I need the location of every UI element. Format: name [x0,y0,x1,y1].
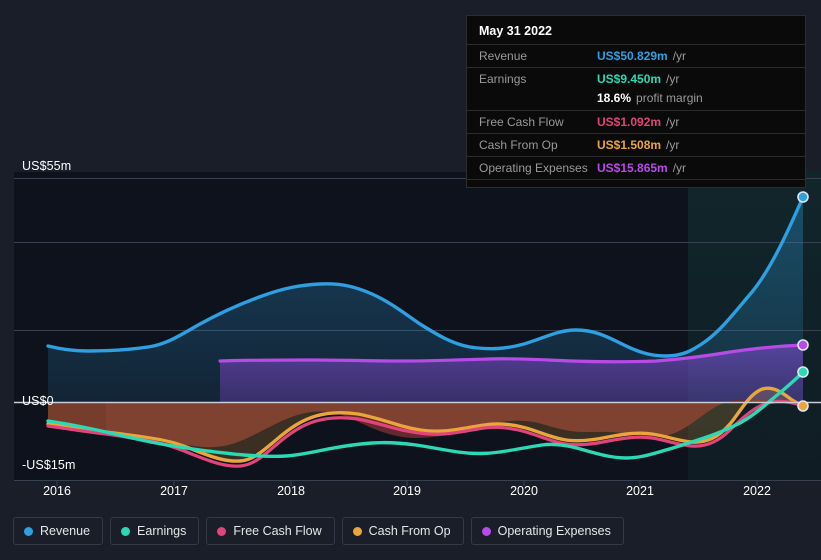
revenue-endpoint-dot [797,191,809,203]
chart-legend: Revenue Earnings Free Cash Flow Cash Fro… [13,517,624,545]
cash-from-op-endpoint-dot [797,400,809,412]
operating-expenses-endpoint-dot [797,339,809,351]
x-axis-label-2022: 2022 [743,484,771,498]
tooltip-value-profit-margin: 18.6% [597,91,632,105]
x-axis-labels: 2016 2017 2018 2019 2020 2021 2022 [0,484,821,506]
x-axis-label-2020: 2020 [510,484,538,498]
legend-item-free-cash-flow[interactable]: Free Cash Flow [206,517,335,545]
tooltip-row-revenue: Revenue US$50.829m /yr [467,44,805,67]
tooltip-label-cash-from-op: Cash From Op [479,138,558,152]
free-cash-flow-dot-icon [217,526,227,536]
tooltip-value-cash-from-op: US$1.508m [597,138,662,152]
tooltip-row-free-cash-flow: Free Cash Flow US$1.092m /yr [467,110,805,133]
tooltip-row-earnings: Earnings US$9.450m /yr [467,67,805,90]
x-axis-label-2021: 2021 [626,484,654,498]
tooltip-label-operating-expenses: Operating Expenses [479,161,588,175]
tooltip-text-profit-margin: profit margin [636,91,703,105]
legend-item-operating-expenses[interactable]: Operating Expenses [470,517,624,545]
tooltip-unit-cash-from-op: /yr [666,138,680,152]
tooltip-unit-revenue: /yr [672,49,687,63]
tooltip-unit-earnings: /yr [666,72,680,86]
tooltip-date: May 31 2022 [479,24,552,38]
x-axis-label-2018: 2018 [277,484,305,498]
tooltip-row-cash-from-op: Cash From Op US$1.508m /yr [467,133,805,156]
tooltip-row-profit-margin: 18.6% profit margin [467,90,805,110]
tooltip-label-revenue: Revenue [479,49,528,63]
revenue-dot-icon [24,526,33,536]
tooltip-value-earnings: US$9.450m [597,72,662,86]
legend-label-revenue: Revenue [40,524,91,538]
legend-item-cash-from-op[interactable]: Cash From Op [341,517,464,545]
tooltip-unit-operating-expenses: /yr [672,161,687,175]
legend-label-earnings: Earnings [137,524,187,538]
y-axis-label-min: -US$15m [22,458,76,472]
earnings-endpoint-dot [797,366,809,378]
cash-from-op-dot-icon [352,526,362,536]
tooltip-value-revenue: US$50.829m [597,49,668,63]
x-axis-label-2017: 2017 [160,484,188,498]
tooltip-value-free-cash-flow: US$1.092m [597,115,662,129]
operating-expenses-dot-icon [481,526,491,536]
y-axis-label-max: US$55m [22,159,72,173]
tooltip-bottom-divider [467,179,805,187]
chart-tooltip: May 31 2022 Revenue US$50.829m /yr Earni… [466,15,806,188]
tooltip-label-earnings: Earnings [479,72,527,86]
legend-item-revenue[interactable]: Revenue [13,517,104,545]
legend-label-cash-from-op: Cash From Op [368,524,451,538]
tooltip-unit-free-cash-flow: /yr [666,115,680,129]
earnings-dot-icon [121,526,131,536]
tooltip-label-free-cash-flow: Free Cash Flow [479,115,564,129]
financial-chart-screenshot: US$55m US$0 -US$15m 2016 2017 2018 2019 … [0,0,821,560]
tooltip-row-operating-expenses: Operating Expenses US$15.865m /yr [467,156,805,179]
tooltip-value-operating-expenses: US$15.865m [597,161,668,175]
legend-label-free-cash-flow: Free Cash Flow [233,524,322,538]
legend-item-earnings[interactable]: Earnings [110,517,200,545]
legend-label-operating-expenses: Operating Expenses [497,524,611,538]
y-axis-label-zero: US$0 [22,394,54,408]
x-axis-label-2016: 2016 [43,484,71,498]
x-axis-label-2019: 2019 [393,484,421,498]
